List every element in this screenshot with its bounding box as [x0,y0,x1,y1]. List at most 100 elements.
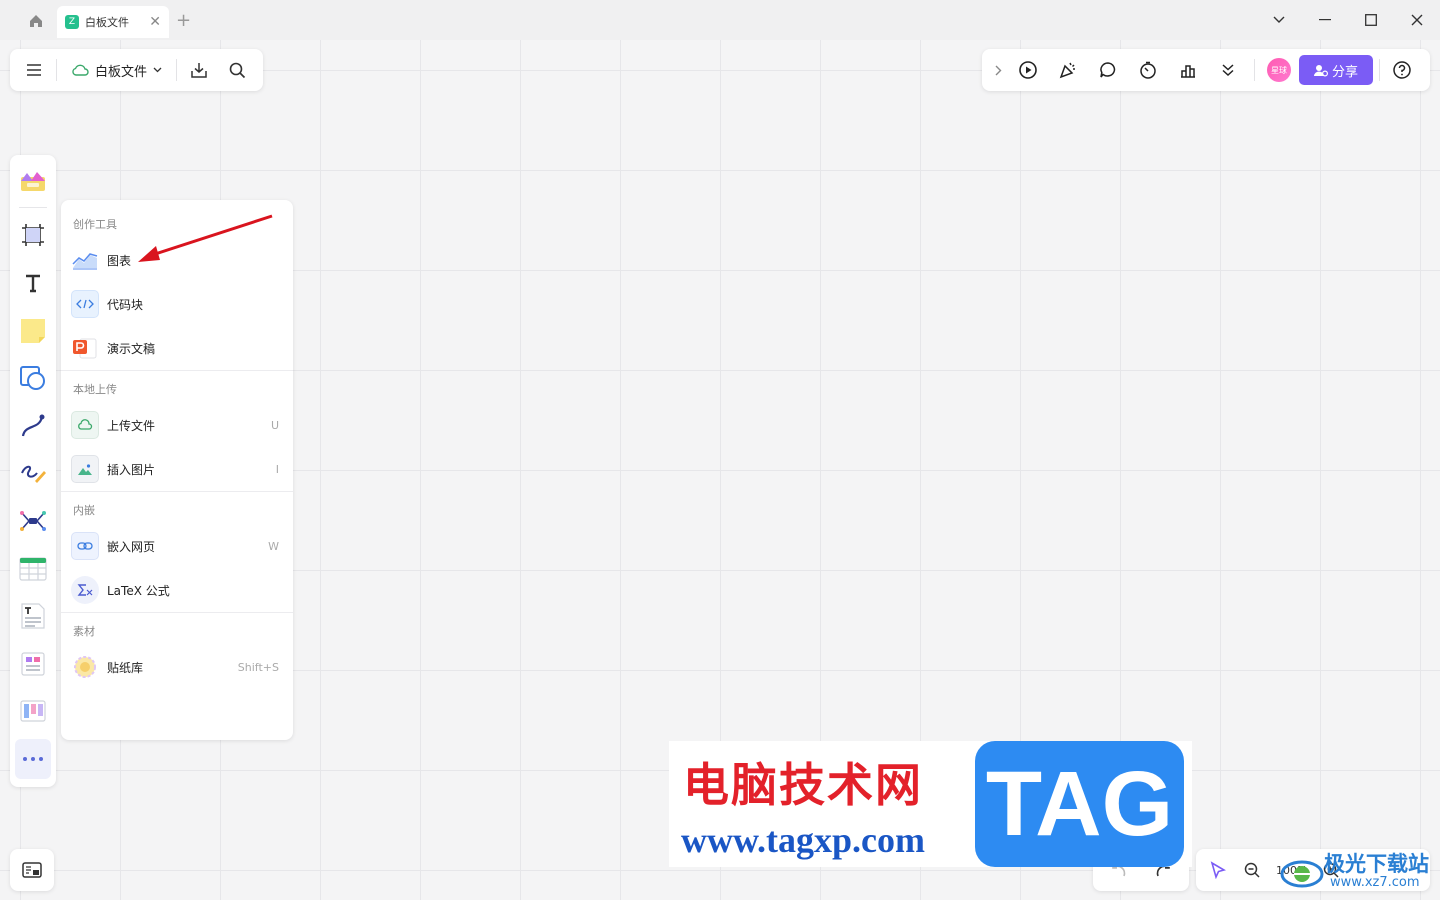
menu-item-insert-image[interactable]: 插入图片 I [61,447,293,491]
help-icon [1393,61,1411,79]
menu-item-label: 代码块 [107,297,144,312]
kanban-tool[interactable] [15,644,51,684]
menu-item-presentation[interactable]: 演示文稿 [61,326,293,370]
help-button[interactable] [1386,56,1418,84]
new-tab-button[interactable]: + [176,10,191,31]
document-icon [21,603,45,629]
toolbar-divider [19,206,47,208]
more-tools-button[interactable] [15,739,51,779]
share-label: 分享 [1331,64,1358,80]
tab-title: 白板文件 [85,16,129,29]
table-tool[interactable] [15,549,51,589]
shape-tool[interactable] [15,358,51,398]
code-block-icon [71,290,99,318]
frame-tool[interactable] [15,216,51,256]
timer-button[interactable] [1128,56,1168,84]
hamburger-icon [27,64,41,76]
frame-icon [22,224,44,247]
site-url: www.xz7.com [1330,875,1420,890]
minimap-icon [22,862,42,878]
home-button[interactable] [22,9,50,33]
sticky-note-icon [21,318,45,343]
party-popper-icon [1059,62,1075,79]
select-tool-button[interactable] [1204,856,1232,884]
divider [1254,59,1255,81]
site-logo-icon [1280,860,1324,888]
shortcut-hint: W [268,539,279,553]
document-name-dropdown[interactable]: 白板文件 [65,61,168,80]
podium-icon [1181,65,1195,78]
chart-icon [71,246,99,274]
watermark-url: www.tagxp.com [681,820,925,860]
menu-item-label: LaTeX 公式 [107,583,170,598]
share-button[interactable]: 分享 [1299,55,1373,85]
download-button[interactable] [185,56,213,84]
shape-icon [20,366,45,391]
add-user-icon [1313,64,1328,76]
section-title-embed: 内嵌 [73,504,95,517]
table-icon [19,557,47,581]
section-title-materials: 素材 [73,625,95,638]
file-toolbar: 白板文件 [10,49,263,91]
shortcut-hint: U [270,418,279,432]
kanban-icon [21,652,45,676]
site-name: 极光下载站 [1324,852,1429,876]
mindmap-tool[interactable] [15,501,51,541]
vote-button[interactable] [1168,56,1208,84]
text-tool[interactable] [15,263,51,303]
dropdown-chevron-icon[interactable] [1264,8,1294,32]
minimap-button[interactable] [10,849,54,891]
maximize-button[interactable] [1356,8,1386,32]
zoom-out-icon [1244,862,1260,878]
collapse-toolbar-button[interactable] [988,56,1008,84]
comment-button[interactable] [1088,56,1128,84]
celebrate-button[interactable] [1048,56,1088,84]
watermark-title: 电脑技术网 [683,758,923,812]
cloud-sync-icon [72,64,89,76]
board-tool[interactable] [15,692,51,732]
pen-icon [21,466,46,484]
watermark-tag: TAG [975,741,1184,867]
menu-item-label: 贴纸库 [107,660,144,675]
minimize-button[interactable] [1310,8,1340,32]
text-icon [22,272,44,294]
sticky-note-tool[interactable] [15,311,51,351]
close-window-button[interactable] [1402,8,1432,32]
document-tool[interactable] [15,596,51,636]
menu-item-label: 嵌入网页 [107,539,156,554]
zoom-out-button[interactable] [1238,856,1266,884]
menu-item-code-block[interactable]: 代码块 [61,282,293,326]
shortcut-hint: Shift+S [237,660,279,674]
divider [56,59,57,81]
search-icon [229,62,245,78]
search-button[interactable] [223,56,251,84]
connector-icon [21,414,45,437]
download-icon [191,63,207,78]
menu-item-latex[interactable]: LaTeX 公式 [61,568,293,612]
chevron-down-icon [153,67,162,73]
tab-whiteboard[interactable]: Z 白板文件 ✕ [57,6,169,38]
mindmap-icon [20,511,46,532]
menu-item-upload-file[interactable]: 上传文件 U [61,403,293,447]
avatar[interactable]: 星球 [1267,58,1291,82]
menu-item-sticker-library[interactable]: 贴纸库 Shift+S [61,645,293,689]
watermark-banner: 电脑技术网 www.tagxp.com TAG [669,741,1192,867]
double-chevron-down-icon [1222,64,1234,77]
timer-icon [1140,61,1156,79]
annotation-arrow [138,214,273,262]
tab-close-icon[interactable]: ✕ [149,14,161,30]
templates-tool[interactable] [15,161,51,201]
image-icon [71,455,99,483]
present-button[interactable] [1008,56,1048,84]
more-tools-button[interactable] [1208,56,1248,84]
menu-item-label: 上传文件 [107,418,156,433]
chevron-right-icon [995,65,1001,75]
section-title-local-upload: 本地上传 [73,383,117,396]
connector-tool[interactable] [15,406,51,446]
formula-icon [71,576,99,604]
divider [176,59,178,81]
home-icon [30,15,42,27]
menu-item-embed-webpage[interactable]: 嵌入网页 W [61,524,293,568]
menu-button[interactable] [20,56,48,84]
pen-tool[interactable] [15,454,51,494]
